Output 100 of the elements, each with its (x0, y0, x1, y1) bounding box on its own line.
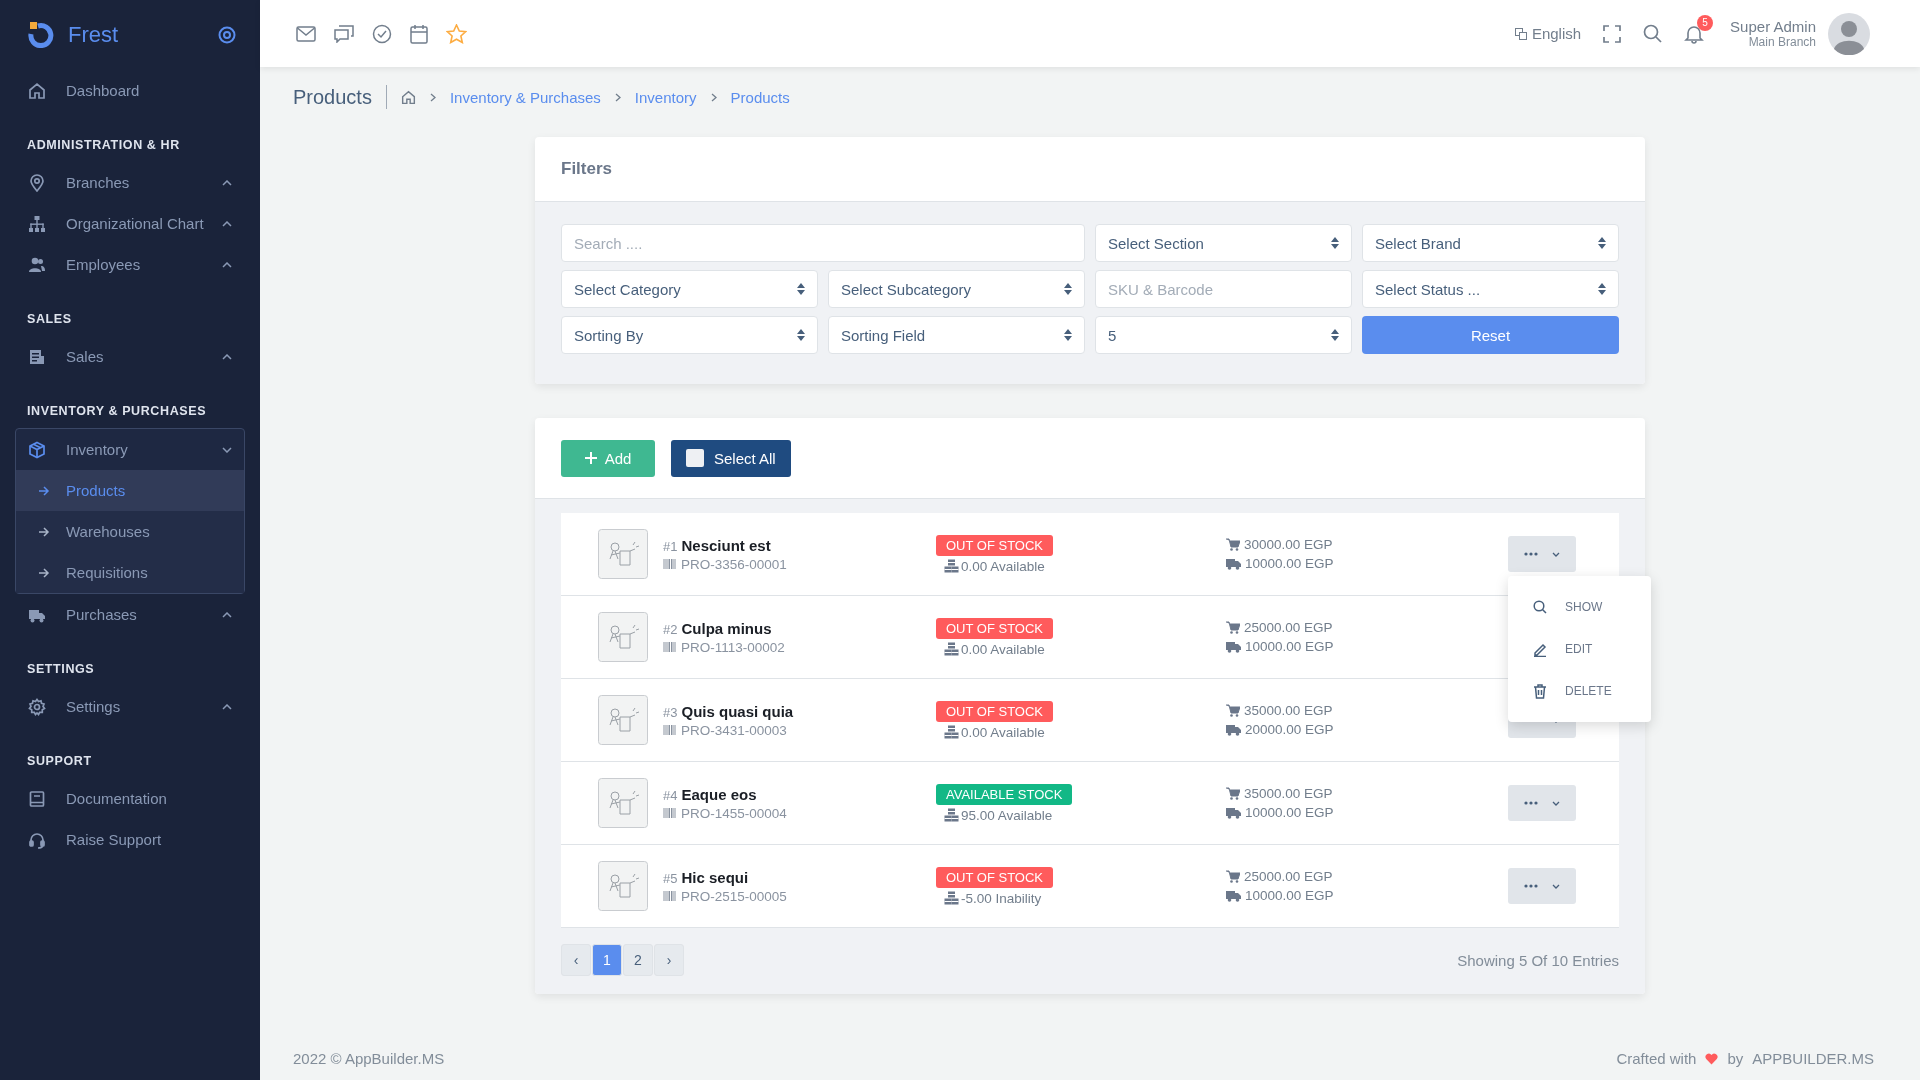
previous-page-button[interactable]: ‹ (561, 944, 591, 976)
product-name[interactable]: Hic sequi (681, 868, 749, 886)
pencil-icon (1533, 641, 1547, 657)
product-number: #2 (663, 621, 678, 637)
sort-arrows-icon (1598, 237, 1606, 249)
nav-item[interactable]: Settings (0, 686, 260, 727)
fullscreen-icon[interactable] (1603, 24, 1622, 43)
chevron-right-icon (429, 92, 436, 102)
breadcrumb-link[interactable]: Products (730, 88, 790, 106)
nav-subitem[interactable]: Warehouses (16, 511, 244, 552)
brand-name[interactable]: Frest (68, 22, 218, 48)
section-title: SALES (26, 311, 73, 328)
barcode-icon (663, 642, 676, 652)
target-icon[interactable] (218, 26, 236, 44)
more-dots-icon (1524, 801, 1538, 805)
card-title: Filters (561, 159, 613, 179)
caret-down-icon (1552, 551, 1560, 557)
product-name[interactable]: Quis quasi quia (681, 702, 794, 720)
select-field[interactable]: Sorting By (561, 316, 818, 354)
select-field[interactable]: Sorting Field (828, 316, 1085, 354)
search-field[interactable]: Search .... (561, 224, 1085, 262)
select-field[interactable]: 5 (1095, 316, 1352, 354)
mail-icon[interactable] (296, 25, 316, 42)
product-name[interactable]: Eaque eos (681, 785, 757, 803)
nav-item[interactable]: Organizational Chart (0, 203, 260, 244)
nav-item[interactable]: Raise Support (0, 819, 260, 860)
star-icon[interactable] (446, 23, 467, 44)
nav-item[interactable]: Documentation (0, 778, 260, 819)
truck-icon (1226, 806, 1241, 819)
search-icon (1533, 599, 1547, 615)
menu-item[interactable]: SHOW (1508, 586, 1651, 628)
nav-item[interactable]: Sales (0, 336, 260, 377)
book-icon (28, 789, 46, 808)
price-text: 25000.00 EGP (1244, 869, 1333, 884)
notification-badge: 5 (1697, 14, 1714, 31)
boxes-icon (944, 808, 959, 822)
product-name[interactable]: Nesciunt est (681, 536, 771, 554)
boxes-icon (944, 725, 959, 739)
arrow-right-icon (38, 526, 50, 537)
menu-item[interactable]: DELETE (1508, 670, 1651, 712)
more-dots-icon (1524, 884, 1538, 888)
product-number: #1 (663, 538, 678, 554)
barcode-icon (663, 725, 676, 735)
product-sketch-icon (598, 695, 648, 745)
price-text: 30000.00 EGP (1244, 537, 1333, 552)
section-title: INVENTORY & PURCHASES (26, 403, 208, 420)
nav-item[interactable]: Branches (0, 162, 260, 203)
chevron-right-icon (614, 92, 621, 102)
boxes-icon (944, 642, 959, 656)
product-sku: PRO-1455-00004 (681, 805, 787, 821)
select-all-button[interactable]: Select All (671, 439, 791, 477)
truck-icon (1226, 640, 1241, 653)
input-field[interactable]: SKU & Barcode (1095, 270, 1352, 308)
org-icon (28, 214, 46, 233)
product-name[interactable]: Culpa minus (681, 619, 772, 637)
calendar-icon[interactable] (410, 23, 428, 44)
next-page-button[interactable]: › (654, 944, 684, 976)
sort-arrows-icon (1331, 329, 1339, 341)
nav-item[interactable]: Purchases (0, 594, 260, 635)
language-selector[interactable]: English (1514, 25, 1582, 42)
check-circle-icon[interactable] (372, 23, 392, 44)
barcode-icon (663, 891, 676, 901)
chat-icon[interactable] (334, 24, 354, 43)
cart-icon (1226, 538, 1240, 551)
sort-arrows-icon (797, 283, 805, 295)
page-button[interactable]: 1 (592, 944, 622, 976)
footer-brand-link[interactable]: APPBUILDER.MS (1752, 1050, 1874, 1067)
select-field[interactable]: Select Section (1095, 224, 1352, 262)
user-branch: Main Branch (1748, 35, 1816, 49)
breadcrumb-link[interactable]: Inventory (634, 88, 697, 106)
select-field[interactable]: Select Status ... (1362, 270, 1619, 308)
barcode-icon (663, 808, 676, 818)
select-field[interactable]: Select Brand (1362, 224, 1619, 262)
avatar[interactable] (1828, 12, 1870, 55)
logo-icon (28, 22, 56, 48)
reset-button[interactable]: Reset (1362, 316, 1619, 354)
select-field[interactable]: Select Category (561, 270, 818, 308)
breadcrumb-link[interactable]: Inventory & Purchases (449, 88, 601, 106)
nav-subitem[interactable]: Products (16, 470, 244, 511)
plus-icon (584, 452, 597, 464)
nav-item[interactable]: Dashboard (0, 70, 260, 111)
cost-text: 10000.00 EGP (1245, 888, 1334, 903)
cart-icon (1226, 870, 1240, 883)
menu-item[interactable]: EDIT (1508, 628, 1651, 670)
home-icon[interactable] (400, 89, 416, 105)
nav-item[interactable]: Employees (0, 244, 260, 285)
stock-text: -5.00 Inability (961, 890, 1042, 906)
page-button[interactable]: 2 (623, 944, 653, 976)
checkbox[interactable] (686, 449, 704, 467)
cost-text: 10000.00 EGP (1245, 639, 1334, 654)
nav-item[interactable]: Inventory (16, 429, 244, 470)
heart-icon (1705, 1052, 1719, 1065)
search-icon[interactable] (1643, 24, 1663, 43)
section-title: SETTINGS (26, 661, 96, 678)
status-badge: OUT OF STOCK (936, 866, 1054, 888)
crafted-text: Crafted with (1616, 1050, 1697, 1067)
boxes-icon (944, 891, 959, 905)
nav-subitem[interactable]: Requisitions (16, 552, 244, 593)
select-field[interactable]: Select Subcategory (828, 270, 1085, 308)
cost-text: 10000.00 EGP (1245, 556, 1334, 571)
